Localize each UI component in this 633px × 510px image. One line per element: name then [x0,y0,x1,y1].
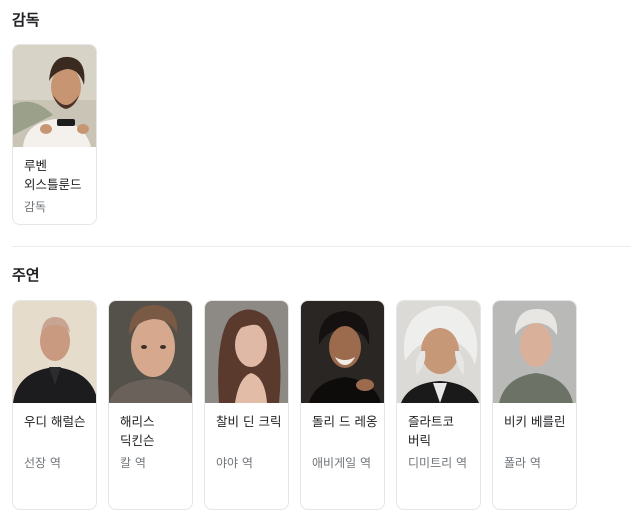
person-card-cast[interactable]: 돌리 드 레옹 애비게일 역 [300,300,385,510]
person-name: 즐라트코 버릭 [408,414,455,448]
person-photo [205,301,288,403]
person-role: 선장 역 [24,456,61,470]
person-name: 비키 베를린 [504,414,566,429]
person-name: 돌리 드 레옹 [312,414,378,429]
person-role: 디미트리 역 [408,456,468,470]
person-role: 칼 역 [120,456,146,470]
person-photo [109,301,192,403]
person-role: 감독 [24,200,47,214]
director-section-title: 감독 [12,11,40,29]
person-role: 야야 역 [216,456,253,470]
person-role: 애비게일 역 [312,456,372,470]
person-photo [13,45,96,147]
person-photo [493,301,576,403]
cast-section-title: 주연 [12,266,40,284]
person-card-cast[interactable]: 찰비 딘 크릭 야야 역 [204,300,289,510]
person-role: 폴라 역 [504,456,541,470]
person-card-cast[interactable]: 해리스 딕킨슨 칼 역 [108,300,193,510]
person-card-director[interactable]: 루벤 외스틀룬드 감독 [12,44,97,225]
person-name: 찰비 딘 크릭 [216,414,282,429]
person-card-cast[interactable]: 비키 베를린 폴라 역 [492,300,577,510]
person-photo [301,301,384,403]
person-card-cast[interactable]: 우디 해럴슨 선장 역 [12,300,97,510]
person-photo [13,301,96,403]
section-divider [12,246,631,247]
person-name: 우디 해럴슨 [24,414,86,429]
person-photo [397,301,480,403]
person-name: 루벤 외스틀룬드 [24,158,82,192]
person-card-cast[interactable]: 즐라트코 버릭 디미트리 역 [396,300,481,510]
person-name: 해리스 딕킨슨 [120,414,155,448]
